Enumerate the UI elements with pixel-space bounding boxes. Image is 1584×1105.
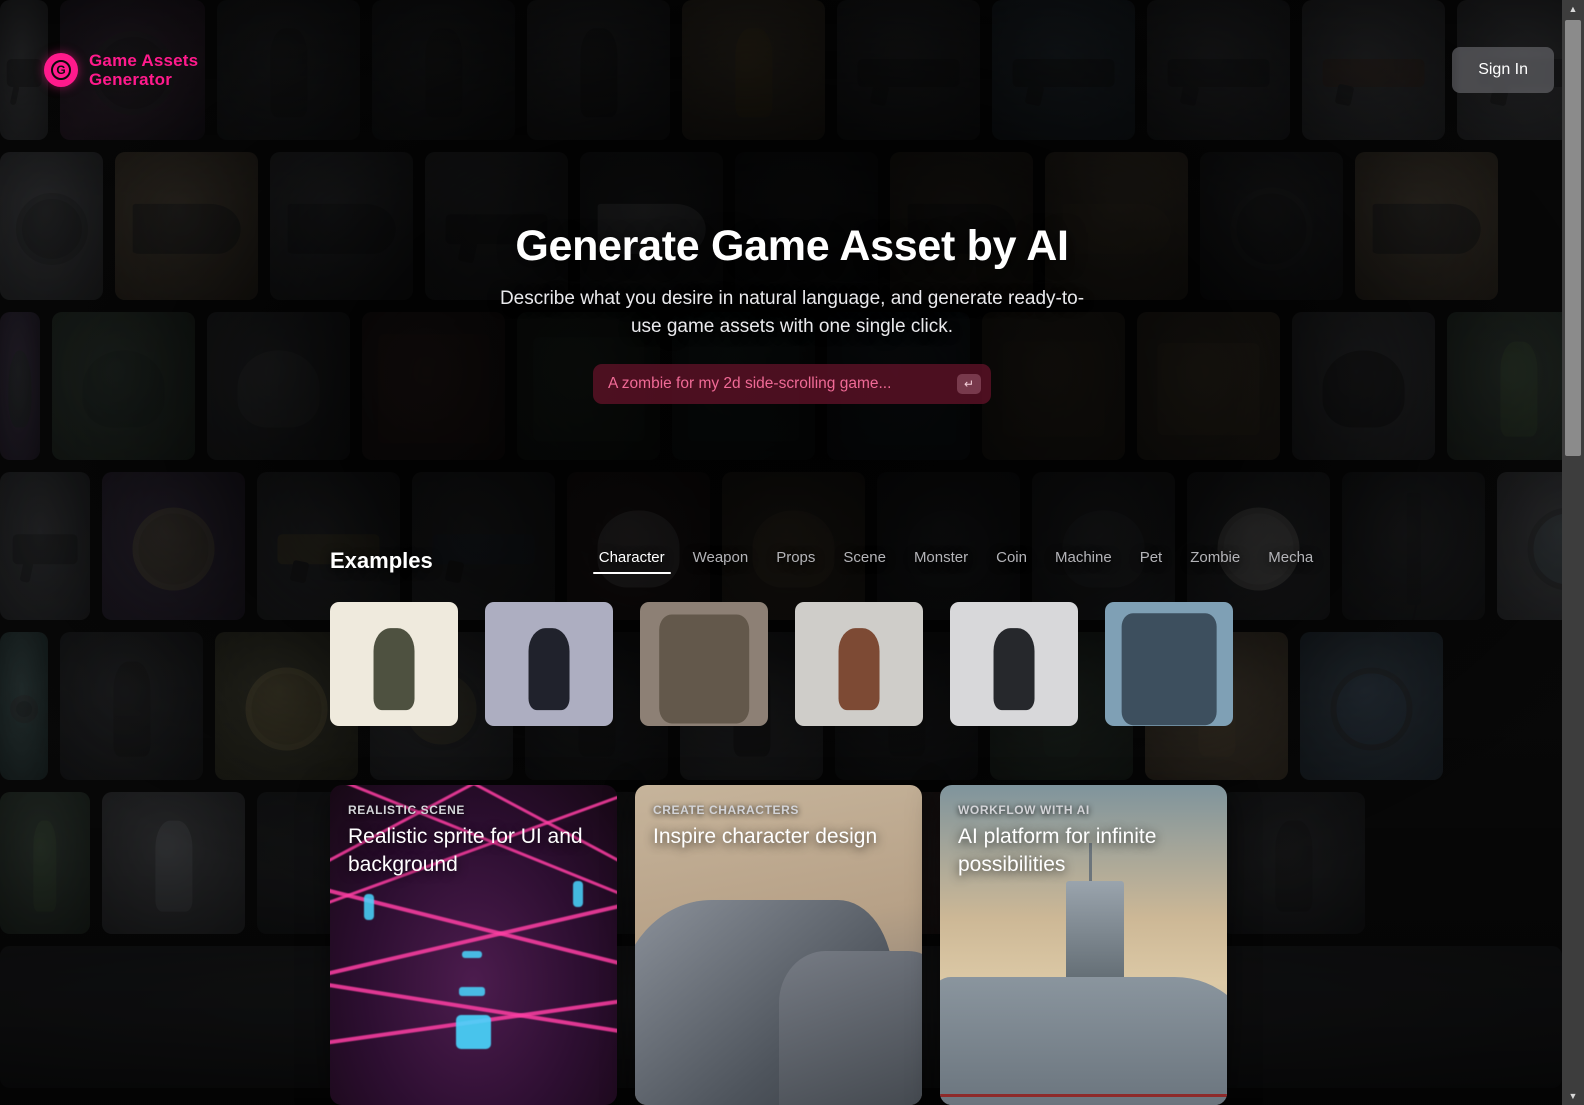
top-header: G Game Assets Generator Sign In <box>0 0 1584 140</box>
feature-eyebrow: WORKFLOW WITH AI <box>958 803 1090 817</box>
feature-card-realistic-scene[interactable]: REALISTIC SCENE Realistic sprite for UI … <box>330 785 617 1105</box>
example-card[interactable] <box>795 602 923 726</box>
feature-title: Realistic sprite for UI and background <box>348 825 583 876</box>
hero-section: Generate Game Asset by AI Describe what … <box>0 222 1584 405</box>
example-card[interactable] <box>640 602 768 726</box>
tab-monster[interactable]: Monster <box>900 549 982 574</box>
brand-name: Game Assets Generator <box>89 50 199 89</box>
circle-g-logo-icon: G <box>44 53 78 87</box>
feature-eyebrow: REALISTIC SCENE <box>348 803 466 817</box>
example-card[interactable] <box>485 602 613 726</box>
tab-pet[interactable]: Pet <box>1126 549 1177 574</box>
tab-machine[interactable]: Machine <box>1041 549 1126 574</box>
tab-mecha[interactable]: Mecha <box>1254 549 1327 574</box>
hero-subtitle: Describe what you desire in natural lang… <box>499 288 1085 337</box>
vertical-scrollbar[interactable]: ▲ ▼ <box>1562 0 1584 1105</box>
example-card[interactable] <box>330 602 458 726</box>
sign-in-button[interactable]: Sign In <box>1452 47 1554 93</box>
tab-zombie[interactable]: Zombie <box>1176 549 1254 574</box>
tab-props[interactable]: Props <box>762 549 829 574</box>
scroll-up-arrow-icon[interactable]: ▲ <box>1562 0 1584 18</box>
prompt-input-bar[interactable]: A zombie for my 2d side-scrolling game..… <box>593 364 991 405</box>
tab-coin[interactable]: Coin <box>982 549 1041 574</box>
examples-section: Examples Character Weapon Props Scene Mo… <box>0 548 1584 726</box>
feature-card-create-characters[interactable]: CREATE CHARACTERS Inspire character desi… <box>635 785 922 1105</box>
example-card-list <box>0 602 1584 726</box>
mosaic-tile-mech-robot <box>102 792 245 934</box>
feature-title: AI platform for infinite possibilities <box>958 825 1157 876</box>
enter-key-icon[interactable]: ↵ <box>957 374 981 395</box>
scrollbar-thumb[interactable] <box>1565 20 1581 456</box>
feature-card-text: REALISTIC SCENE Realistic sprite for UI … <box>348 803 601 878</box>
feature-card-list: REALISTIC SCENE Realistic sprite for UI … <box>330 785 1227 1105</box>
mosaic-tile-zombie-walker <box>0 792 90 934</box>
prompt-input[interactable]: A zombie for my 2d side-scrolling game..… <box>608 375 891 393</box>
example-card[interactable] <box>950 602 1078 726</box>
examples-title: Examples <box>330 548 433 573</box>
tab-scene[interactable]: Scene <box>829 549 900 574</box>
feature-title: Inspire character design <box>653 825 878 848</box>
tab-weapon[interactable]: Weapon <box>679 549 763 574</box>
landing-page: G Game Assets Generator Sign In Generate… <box>0 0 1584 1105</box>
brand-logo[interactable]: G Game Assets Generator <box>44 51 198 89</box>
page-title: Generate Game Asset by AI <box>515 222 1069 270</box>
mosaic-tile-dark-figure <box>1222 792 1365 934</box>
examples-tab-list: Character Weapon Props Scene Monster Coi… <box>585 549 1328 574</box>
examples-header: Examples Character Weapon Props Scene Mo… <box>0 548 1584 574</box>
scroll-down-arrow-icon[interactable]: ▼ <box>1562 1087 1584 1105</box>
feature-card-workflow-with-ai[interactable]: WORKFLOW WITH AI AI platform for infinit… <box>940 785 1227 1105</box>
feature-card-text: WORKFLOW WITH AI AI platform for infinit… <box>958 803 1211 878</box>
feature-card-text: CREATE CHARACTERS Inspire character desi… <box>653 803 906 851</box>
tab-character[interactable]: Character <box>585 549 679 574</box>
example-card[interactable] <box>1105 602 1233 726</box>
feature-eyebrow: CREATE CHARACTERS <box>653 803 799 817</box>
